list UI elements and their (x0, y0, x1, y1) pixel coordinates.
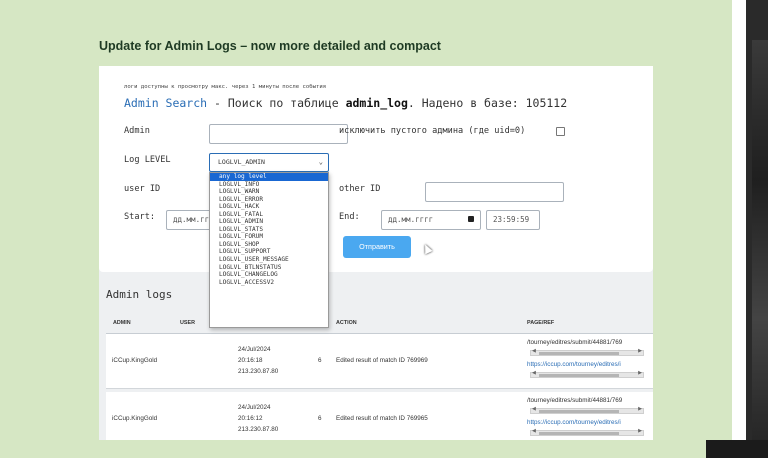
dropdown-option[interactable]: any log level (210, 173, 328, 181)
log-level-label: Log LEVEL (124, 155, 171, 165)
ref-scrollbar[interactable]: ◀ ▶ (530, 370, 644, 378)
end-date-input[interactable]: дд.мм.гггг (381, 210, 481, 230)
row-ip: 213.230.87.80 (238, 368, 279, 375)
dropdown-option[interactable]: LOGLVL_WARN (210, 188, 328, 196)
dropdown-option[interactable]: LOGLVL_FATAL (210, 211, 328, 219)
row-time: 20:16:18 (238, 357, 263, 364)
ref-scrollbar[interactable]: ◀ ▶ (530, 428, 644, 436)
row-ip: 213.230.87.80 (238, 426, 279, 433)
dropdown-option[interactable]: LOGLVL_INFO (210, 181, 328, 189)
row-page[interactable]: /tourney/editres/submit/44881/769 (527, 395, 647, 406)
row-page[interactable]: /tourney/editres/submit/44881/769 (527, 337, 647, 348)
page-heading: Admin Search - Поиск по таблице admin_lo… (124, 96, 568, 110)
admin-label: Admin (124, 126, 150, 136)
row-level: 6 (318, 357, 322, 364)
search-form-card: логи доступны к просмотру макс. через 1 … (99, 66, 653, 272)
other-id-label: other ID (339, 184, 381, 194)
row-ref-link[interactable]: https://iccup.com/tourney/editres/i (527, 417, 647, 428)
dropdown-option[interactable]: LOGLVL_SHOP (210, 241, 328, 249)
dropdown-option[interactable]: LOGLVL_USER_MESSAGE (210, 256, 328, 264)
log-level-dropdown[interactable]: any log level LOGLVL_INFO LOGLVL_WARN LOGLV… (209, 172, 329, 328)
calendar-icon[interactable] (468, 216, 474, 222)
row-time: 20:16:12 (238, 415, 263, 422)
admin-search-link[interactable]: Admin Search (124, 96, 207, 110)
dropdown-option[interactable]: LOGLVL_CHANGELOG (210, 271, 328, 279)
post-title: Update for Admin Logs – now more detaile… (99, 39, 441, 53)
chevron-down-icon: ⌄ (318, 158, 323, 166)
admin-logs-title: Admin logs (106, 288, 173, 301)
row-date: 24/Jul/2024 (238, 404, 271, 411)
submit-button[interactable]: Отправить (343, 236, 411, 258)
row-admin: iCCup.KingGold (112, 357, 158, 364)
dropdown-option[interactable]: LOGLVL_FORUM (210, 233, 328, 241)
column-header-action: ACTION (336, 320, 357, 326)
log-level-select[interactable]: LOGLVL_ADMIN ⌄ (209, 153, 329, 172)
row-level: 6 (318, 415, 322, 422)
column-header-page: PAGE/REF (527, 320, 555, 326)
other-id-input[interactable] (425, 182, 564, 202)
dropdown-option[interactable]: LOGLVL_ADMIN (210, 218, 328, 226)
delay-note: логи доступны к просмотру макс. через 1 … (124, 84, 327, 90)
end-time-input[interactable]: 23:59:59 (486, 210, 540, 230)
dropdown-option[interactable]: LOGLVL_SUPPORT (210, 248, 328, 256)
exclude-empty-admin-label: исключить пустого админа (где uid=0) (339, 126, 526, 136)
page-scrollbar[interactable]: ◀ ▶ (530, 348, 644, 356)
row-date: 24/Jul/2024 (238, 346, 271, 353)
embedded-screenshot: логи доступны к просмотру макс. через 1 … (99, 66, 653, 440)
column-header-user: USER (180, 320, 195, 326)
dropdown-option[interactable]: LOGLVL_HACK (210, 203, 328, 211)
exclude-empty-admin-checkbox[interactable] (556, 127, 565, 136)
column-header-admin: ADMIN (113, 320, 131, 326)
row-admin: iCCup.KingGold (112, 415, 158, 422)
row-ref-link[interactable]: https://iccup.com/tourney/editres/i (527, 359, 647, 370)
end-label: End: (339, 212, 360, 222)
dropdown-option[interactable]: LOGLVL_ACCESSV2 (210, 279, 328, 287)
admin-input[interactable] (209, 124, 348, 144)
background-window-image (752, 40, 768, 458)
page-scrollbar[interactable]: ◀ ▶ (530, 406, 644, 414)
start-label: Start: (124, 212, 156, 222)
dropdown-option[interactable]: LOGLVL_ERROR (210, 196, 328, 204)
dropdown-option[interactable]: LOGLVL_BTLNSTATUS (210, 264, 328, 272)
taskbar-fragment (706, 440, 768, 458)
row-action: Edited result of match ID 769965 (336, 415, 428, 422)
table-row: iCCup.KingGold 24/Jul/2024 20:16:12 213.… (106, 392, 653, 440)
table-row: iCCup.KingGold 24/Jul/2024 20:16:18 213.… (106, 334, 653, 389)
row-action: Edited result of match ID 769969 (336, 357, 428, 364)
dropdown-option[interactable]: LOGLVL_STATS (210, 226, 328, 234)
user-id-label: user ID (124, 184, 161, 194)
